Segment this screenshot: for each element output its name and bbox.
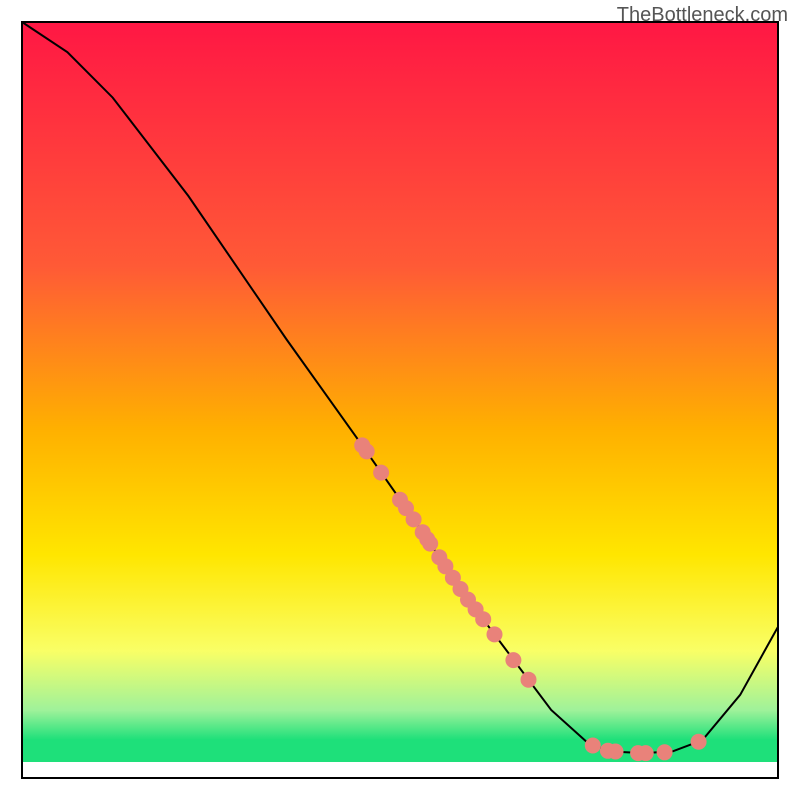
data-marker <box>422 536 438 552</box>
data-marker <box>406 511 422 527</box>
data-marker <box>585 738 601 754</box>
bottleneck-chart <box>0 0 800 800</box>
data-marker <box>691 734 707 750</box>
data-marker <box>608 744 624 760</box>
data-marker <box>487 626 503 642</box>
data-marker <box>638 745 654 761</box>
gradient-background <box>22 22 778 762</box>
data-marker <box>657 744 673 760</box>
bottom-band <box>22 762 778 778</box>
data-marker <box>373 465 389 481</box>
data-marker <box>521 672 537 688</box>
data-marker <box>475 611 491 627</box>
chart-root: TheBottleneck.com <box>0 0 800 800</box>
data-marker <box>359 443 375 459</box>
watermark-label: TheBottleneck.com <box>617 4 788 27</box>
data-marker <box>505 652 521 668</box>
